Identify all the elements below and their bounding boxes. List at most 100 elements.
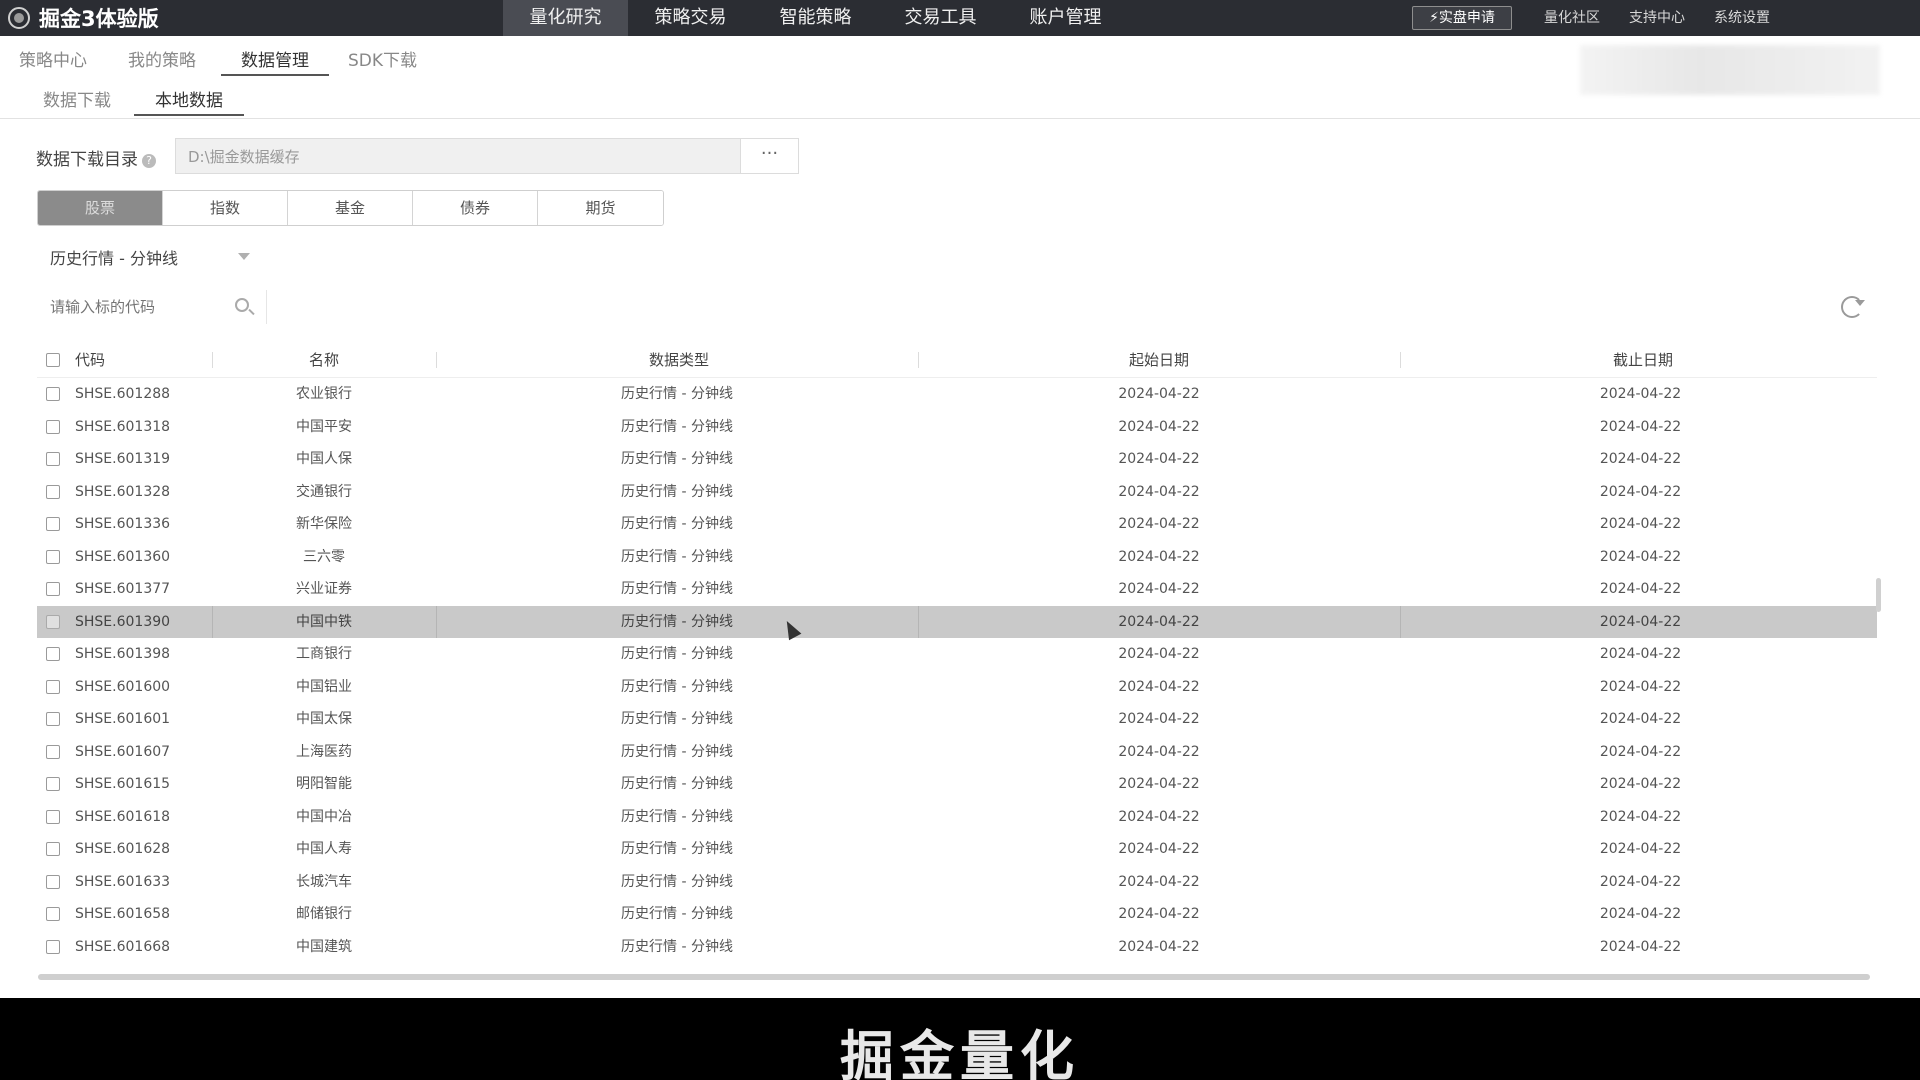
subnav-strategy-center[interactable]: 策略中心	[19, 46, 87, 76]
table-row[interactable]: SHSE.601390 中国中铁 历史行情 - 分钟线 2024-04-22 2024-…	[37, 605, 1877, 638]
table-row[interactable]: SHSE.601618 中国中冶 历史行情 - 分钟线 2024-04-22 2024-…	[37, 801, 1877, 834]
column-header-start-date[interactable]: 起始日期	[1129, 342, 1189, 378]
cell-code: SHSE.601319	[75, 451, 171, 467]
topnav-smart-strategy[interactable]: 智能策略	[753, 0, 878, 36]
select-all-checkbox[interactable]	[46, 353, 60, 367]
row-checkbox[interactable]	[46, 582, 60, 596]
download-directory-input[interactable]	[175, 138, 741, 174]
refresh-icon[interactable]	[1841, 296, 1865, 318]
chevron-down-icon	[238, 253, 250, 260]
tab-bonds[interactable]: 债券	[413, 191, 538, 225]
row-checkbox[interactable]	[46, 419, 60, 434]
cell-name: 邮储银行	[296, 906, 352, 922]
cell-name: 农业银行	[296, 386, 352, 402]
cell-code: SHSE.601336	[75, 516, 171, 532]
cell-start-date: 2024-04-22	[1118, 613, 1200, 630]
topnav-quant-research[interactable]: 量化研究	[503, 0, 628, 36]
table-row[interactable]: SHSE.601319 中国人保 历史行情 - 分钟线 2024-04-22 2024-…	[37, 443, 1877, 476]
local-data-table: 代码 名称 数据类型 起始日期 截止日期 SHSE.601288 农业银行 历史行情…	[37, 342, 1877, 963]
subnav-sdk-download[interactable]: SDK下载	[348, 46, 417, 76]
quant-community-link[interactable]: 量化社区	[1544, 0, 1600, 36]
row-checkbox[interactable]	[46, 679, 60, 694]
system-settings-link[interactable]: 系统设置	[1714, 0, 1770, 36]
table-row[interactable]: SHSE.601607 上海医药 历史行情 - 分钟线 2024-04-22 2024-…	[37, 736, 1877, 769]
real-trading-apply-button[interactable]: ⚡实盘申请	[1412, 6, 1512, 30]
cell-code: SHSE.601398	[75, 646, 171, 662]
row-checkbox[interactable]	[46, 647, 60, 661]
table-row[interactable]: SHSE.601377 兴业证券 历史行情 - 分钟线 2024-04-22 2024-…	[37, 573, 1877, 606]
app-brand: 掘金3体验版	[0, 0, 503, 36]
cell-code: SHSE.601607	[75, 743, 171, 760]
row-checkbox[interactable]	[46, 387, 60, 401]
column-header-code[interactable]: 代码	[75, 342, 105, 378]
topnav-trading-tools[interactable]: 交易工具	[878, 0, 1003, 36]
help-icon[interactable]: ?	[142, 154, 156, 168]
tab-stocks[interactable]: 股票	[38, 191, 163, 225]
column-divider	[212, 352, 213, 368]
row-checkbox[interactable]	[46, 874, 60, 889]
row-checkbox[interactable]	[46, 777, 60, 791]
table-row[interactable]: SHSE.601668 中国建筑 历史行情 - 分钟线 2024-04-22 2024-…	[37, 931, 1877, 964]
table-row[interactable]: SHSE.601633 长城汽车 历史行情 - 分钟线 2024-04-22 2024-…	[37, 866, 1877, 899]
browse-directory-button[interactable]: ···	[740, 138, 799, 174]
row-column-divider	[436, 605, 437, 638]
tab-data-download[interactable]: 数据下载	[43, 86, 111, 116]
table-row[interactable]: SHSE.601628 中国人寿 历史行情 - 分钟线 2024-04-22 2024-…	[37, 833, 1877, 866]
row-checkbox[interactable]	[46, 452, 60, 466]
table-row[interactable]: SHSE.601398 工商银行 历史行情 - 分钟线 2024-04-22 2024-…	[37, 638, 1877, 671]
row-checkbox[interactable]	[46, 744, 60, 759]
cell-name: 工商银行	[296, 646, 352, 662]
cell-name: 中国人保	[296, 451, 352, 467]
table-row[interactable]: SHSE.601336 新华保险 历史行情 - 分钟线 2024-04-22 2024-…	[37, 508, 1877, 541]
cell-code: SHSE.601668	[75, 938, 171, 955]
row-checkbox[interactable]	[46, 809, 60, 824]
column-header-end-date[interactable]: 截止日期	[1613, 342, 1673, 378]
table-row[interactable]: SHSE.601601 中国太保 历史行情 - 分钟线 2024-04-22 2024-…	[37, 703, 1877, 736]
row-checkbox[interactable]	[46, 939, 60, 954]
tab-local-data[interactable]: 本地数据	[134, 86, 244, 116]
cell-data-type: 历史行情 - 分钟线	[621, 386, 733, 402]
search-icon[interactable]	[235, 298, 249, 312]
support-center-link[interactable]: 支持中心	[1629, 0, 1685, 36]
table-row[interactable]: SHSE.601288 农业银行 历史行情 - 分钟线 2024-04-22 2024-…	[37, 378, 1877, 411]
row-checkbox[interactable]	[46, 517, 60, 531]
column-header-name[interactable]: 名称	[309, 342, 339, 378]
row-checkbox[interactable]	[46, 842, 60, 856]
tab-futures[interactable]: 期货	[538, 191, 663, 225]
table-row[interactable]: SHSE.601360 三六零 历史行情 - 分钟线 2024-04-22 2024-0…	[37, 541, 1877, 574]
table-row[interactable]: SHSE.601615 明阳智能 历史行情 - 分钟线 2024-04-22 2024-…	[37, 768, 1877, 801]
vertical-scrollbar[interactable]	[1876, 578, 1881, 612]
data-type-select[interactable]: 历史行情 - 分钟线	[37, 240, 262, 274]
cell-name: 长城汽车	[296, 873, 352, 890]
column-divider	[1400, 352, 1401, 368]
row-checkbox[interactable]	[46, 907, 60, 921]
header-divider	[0, 118, 1920, 119]
row-checkbox[interactable]	[46, 614, 60, 629]
symbol-search	[37, 290, 267, 324]
table-row[interactable]: SHSE.601328 交通银行 历史行情 - 分钟线 2024-04-22 2024-…	[37, 476, 1877, 509]
table-row[interactable]: SHSE.601600 中国铝业 历史行情 - 分钟线 2024-04-22 2024-…	[37, 671, 1877, 704]
cell-data-type: 历史行情 - 分钟线	[621, 678, 733, 695]
cell-end-date: 2024-04-22	[1599, 906, 1682, 922]
cell-start-date: 2024-04-22	[1118, 906, 1200, 922]
column-header-data-type[interactable]: 数据类型	[649, 342, 709, 378]
table-row[interactable]: SHSE.601658 邮储银行 历史行情 - 分钟线 2024-04-22 2024-…	[37, 898, 1877, 931]
horizontal-scrollbar[interactable]	[38, 974, 1870, 980]
cell-code: SHSE.601601	[75, 711, 171, 727]
row-checkbox[interactable]	[46, 712, 60, 726]
symbol-search-input[interactable]	[37, 290, 227, 324]
cell-data-type: 历史行情 - 分钟线	[621, 646, 733, 662]
subnav-my-strategies[interactable]: 我的策略	[128, 46, 196, 76]
download-directory-text: 数据下载目录	[36, 150, 138, 170]
cell-end-date: 2024-04-22	[1599, 386, 1682, 402]
cell-name: 中国中冶	[296, 808, 352, 825]
row-checkbox[interactable]	[46, 484, 60, 499]
category-tabs: 股票 指数 基金 债券 期货	[37, 190, 664, 226]
tab-index[interactable]: 指数	[163, 191, 288, 225]
tab-funds[interactable]: 基金	[288, 191, 413, 225]
topnav-strategy-trading[interactable]: 策略交易	[628, 0, 753, 36]
row-checkbox[interactable]	[46, 549, 60, 564]
topnav-account-management[interactable]: 账户管理	[1003, 0, 1128, 36]
subnav-data-management[interactable]: 数据管理	[221, 46, 329, 76]
table-row[interactable]: SHSE.601318 中国平安 历史行情 - 分钟线 2024-04-22 2024-…	[37, 411, 1877, 444]
